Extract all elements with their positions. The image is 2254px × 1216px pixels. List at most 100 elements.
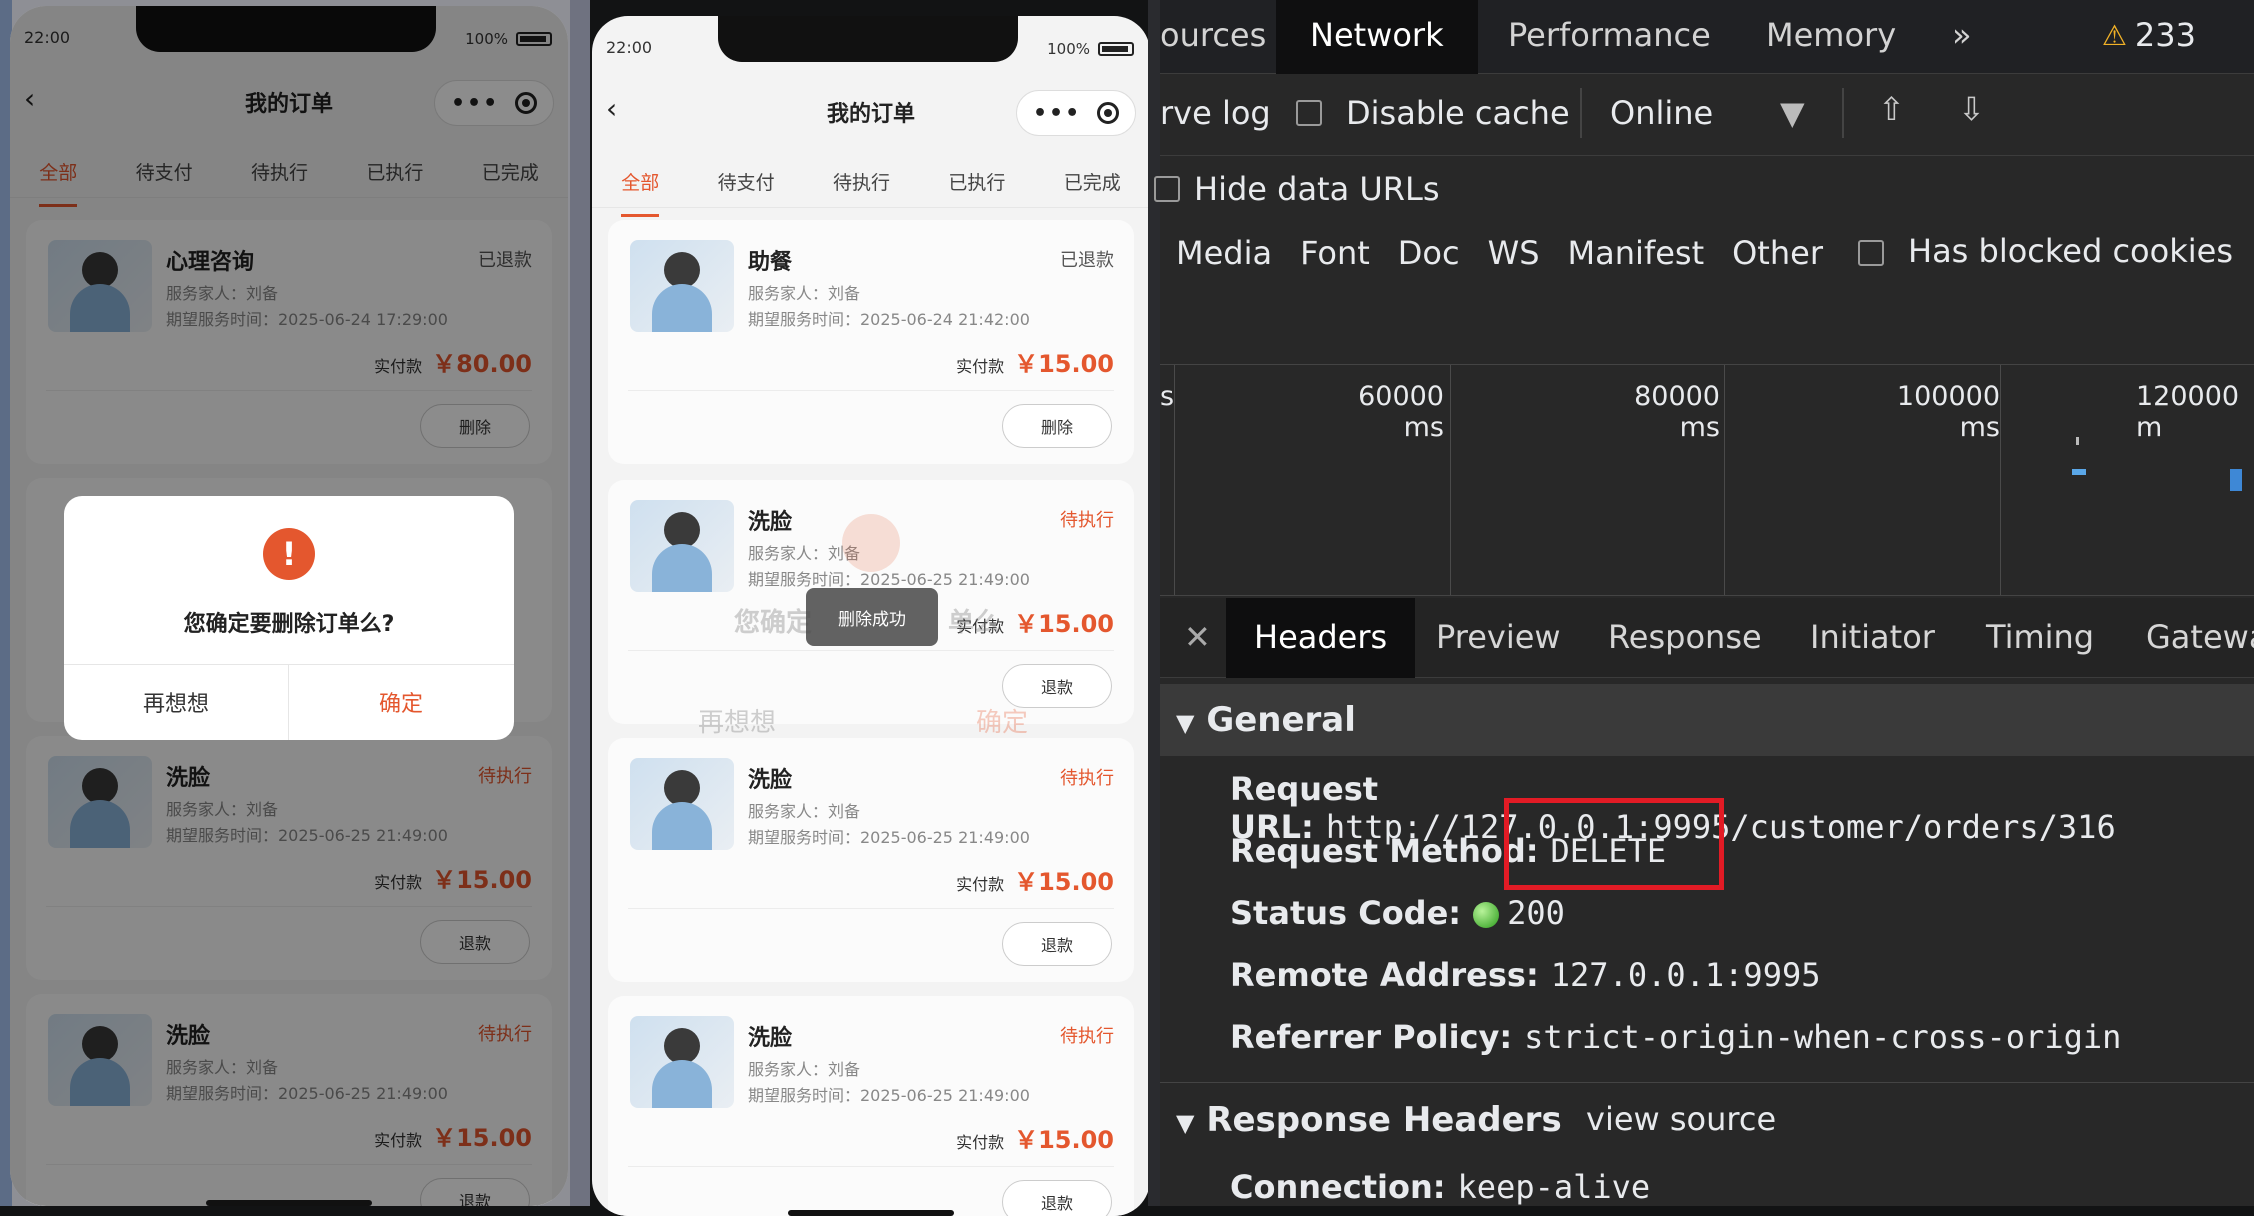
refund-button[interactable]: 退款 — [1002, 1180, 1112, 1216]
disable-cache-label[interactable]: Disable cache — [1346, 94, 1570, 132]
status-time: 22:00 — [606, 38, 653, 57]
warning-triangle-icon: ⚠ — [2101, 18, 2127, 52]
hide-data-urls-label[interactable]: Hide data URLs — [1194, 170, 1440, 208]
tab-network[interactable]: Network — [1276, 0, 1478, 74]
order-card[interactable]: 助餐 已退款 服务家人：刘备 期望服务时间：2025-06-24 21:42:0… — [608, 220, 1134, 464]
tab-all[interactable]: 全部 — [621, 156, 660, 217]
tab-pending-pay[interactable]: 待支付 — [718, 156, 775, 207]
filter-font[interactable]: Font — [1300, 234, 1370, 272]
timeline-label: 100000 ms — [1896, 381, 2000, 443]
upload-icon[interactable]: ⇧ — [1878, 90, 1905, 128]
remote-address-value: 127.0.0.1:9995 — [1550, 956, 1821, 994]
chevron-down-icon[interactable]: ▼ — [1780, 94, 1805, 132]
timeline-mark — [2230, 469, 2242, 491]
has-blocked-cookies-checkbox[interactable] — [1858, 240, 1884, 266]
close-target-icon[interactable] — [1097, 102, 1120, 124]
connection-label: Connection: — [1230, 1168, 1446, 1206]
timeline-mark — [2076, 437, 2079, 445]
fading-confirm: 确定 — [976, 708, 1029, 738]
order-time: 期望服务时间：2025-06-25 21:49:00 — [748, 828, 1030, 847]
tab-executed[interactable]: 已执行 — [948, 156, 1005, 207]
order-time: 期望服务时间：2025-06-25 21:49:00 — [748, 570, 1030, 589]
filter-other[interactable]: Other — [1732, 234, 1823, 272]
pay-label: 实付款 — [956, 875, 1005, 894]
confirm-button[interactable]: 确定 — [289, 664, 513, 740]
order-image — [630, 1016, 734, 1108]
hide-data-urls-checkbox[interactable] — [1154, 176, 1180, 202]
filter-manifest[interactable]: Manifest — [1568, 234, 1705, 272]
order-image — [630, 240, 734, 332]
delete-button[interactable]: 删除 — [1002, 404, 1112, 448]
tab-completed[interactable]: 已完成 — [1064, 156, 1121, 207]
order-status: 已退款 — [1060, 250, 1114, 271]
network-timeline[interactable]: s 60000 ms 80000 ms 100000 ms 120000 m — [1160, 364, 2254, 596]
expand-triangle-icon[interactable]: ▼ — [1176, 709, 1194, 737]
tab-sources[interactable]: ources — [1160, 16, 1266, 54]
expand-triangle-icon[interactable]: ▼ — [1176, 1109, 1194, 1137]
filter-media[interactable]: Media — [1176, 234, 1272, 272]
tab-gateway[interactable]: Gatewa — [2146, 618, 2254, 656]
tab-headers[interactable]: Headers — [1226, 598, 1416, 678]
view-source-link[interactable]: view source — [1586, 1100, 1776, 1138]
tab-memory[interactable]: Memory — [1766, 16, 1896, 54]
order-member: 服务家人：刘备 — [748, 284, 861, 303]
order-time: 期望服务时间：2025-06-25 21:49:00 — [748, 1086, 1030, 1105]
tab-preview[interactable]: Preview — [1436, 618, 1561, 656]
download-icon[interactable]: ⇩ — [1958, 90, 1985, 128]
warnings-badge[interactable]: ⚠ 233 — [2102, 16, 2196, 54]
pay-amount: ￥15.00 — [1014, 868, 1114, 896]
referrer-policy-value: strict-origin-when-cross-origin — [1524, 1018, 2122, 1056]
tab-response[interactable]: Response — [1608, 618, 1762, 656]
filter-ws[interactable]: WS — [1488, 234, 1540, 272]
order-time: 期望服务时间：2025-06-24 21:42:00 — [748, 310, 1030, 329]
fading-dialog-text: 您确定 — [734, 608, 813, 638]
order-image — [630, 500, 734, 592]
response-headers-header[interactable]: ▼ Response Headers — [1176, 1100, 1562, 1140]
miniprogram-capsule[interactable]: ••• — [1016, 90, 1136, 136]
more-icon[interactable]: ••• — [1033, 101, 1081, 126]
disable-cache-checkbox[interactable] — [1296, 100, 1322, 126]
order-member: 服务家人：刘备 — [748, 802, 861, 821]
cancel-button[interactable]: 再想想 — [64, 664, 288, 740]
home-indicator — [788, 1210, 954, 1216]
tab-pending-exec[interactable]: 待执行 — [833, 156, 890, 207]
close-icon[interactable]: ✕ — [1184, 618, 1211, 656]
pay-amount: ￥15.00 — [1014, 350, 1114, 378]
tab-performance[interactable]: Performance — [1508, 16, 1711, 54]
timeline-label: 60000 ms — [1358, 381, 1444, 443]
warning-icon: ! — [263, 528, 315, 580]
refund-button[interactable]: 退款 — [1002, 922, 1112, 966]
status-code-value: 200 — [1507, 894, 1565, 932]
highlight-box — [1504, 798, 1724, 890]
background-gap — [570, 0, 590, 1206]
resource-type-filters: Media Font Doc WS Manifest Other — [1176, 234, 1823, 272]
tab-initiator[interactable]: Initiator — [1810, 618, 1935, 656]
phone-left: 22:00 100% ‹ 我的订单 ••• 全部 待支付 待执行 已执行 已完成… — [10, 6, 568, 1206]
has-blocked-cookies-label[interactable]: Has blocked cookies — [1908, 232, 2233, 270]
success-toast: 删除成功 — [806, 588, 938, 646]
pay-amount: ￥15.00 — [1014, 1126, 1114, 1154]
request-detail-tabs: ✕ Headers Preview Response Initiator Tim… — [1160, 598, 2254, 678]
timeline-label: 120000 m — [2136, 381, 2240, 443]
order-name: 助餐 — [748, 250, 793, 275]
fading-cancel: 再想想 — [698, 708, 777, 738]
status-code-label: Status Code: — [1230, 894, 1462, 932]
filter-doc[interactable]: Doc — [1398, 234, 1460, 272]
home-indicator — [206, 1200, 372, 1206]
preserve-log-label[interactable]: rve log — [1160, 94, 1271, 132]
order-status: 待执行 — [1060, 768, 1114, 789]
throttle-select[interactable]: Online — [1610, 94, 1713, 132]
order-image — [630, 758, 734, 850]
network-toolbar: rve log Disable cache Online ▼ ⇧ ⇩ — [1160, 74, 2254, 156]
warnings-count: 233 — [2134, 16, 2196, 54]
general-section-header[interactable]: ▼ General — [1160, 684, 2254, 756]
timeline-label: s — [1160, 381, 1175, 412]
connection-value: keep-alive — [1457, 1168, 1651, 1206]
tab-timing[interactable]: Timing — [1986, 618, 2094, 656]
more-tabs-icon[interactable]: » — [1952, 16, 1972, 54]
dialog-message: 您确定要删除订单么? — [183, 612, 395, 637]
order-member: 服务家人：刘备 — [748, 1060, 861, 1079]
referrer-policy-label: Referrer Policy: — [1230, 1018, 1513, 1056]
order-card[interactable]: 洗脸 待执行 服务家人：刘备 期望服务时间：2025-06-25 21:49:0… — [608, 738, 1134, 982]
order-card[interactable]: 洗脸 待执行 服务家人：刘备 期望服务时间：2025-06-25 21:49:0… — [608, 996, 1134, 1216]
